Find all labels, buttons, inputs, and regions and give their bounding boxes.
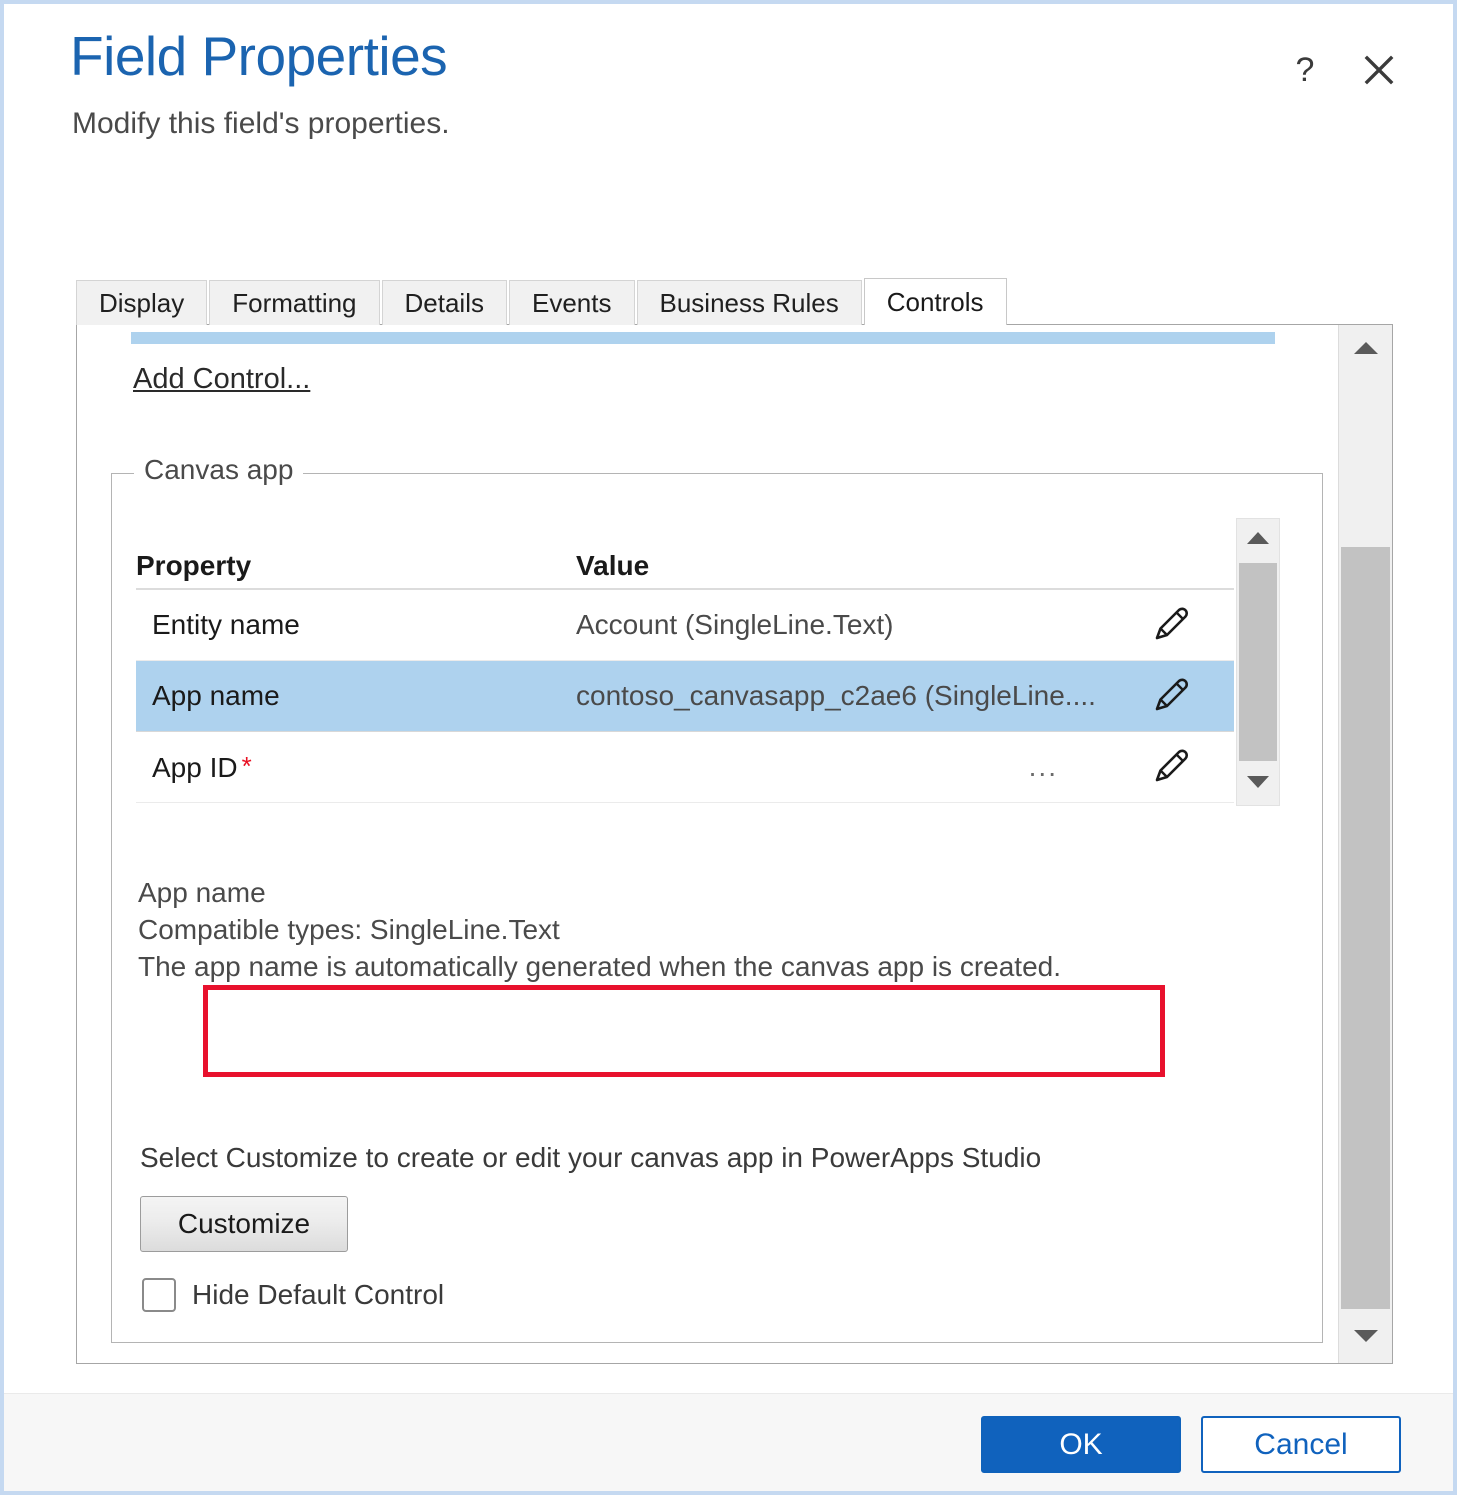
pencil-icon[interactable] — [1148, 674, 1192, 718]
question-mark-icon: ? — [1296, 53, 1315, 87]
scroll-up-button[interactable] — [1237, 519, 1279, 561]
help-button[interactable]: ? — [1283, 48, 1327, 92]
tab-formatting[interactable]: Formatting — [209, 280, 379, 325]
description-line-3: The app name is automatically generated … — [138, 948, 1061, 985]
required-asterisk: * — [242, 751, 252, 781]
hide-default-control-checkbox[interactable] — [142, 1278, 176, 1312]
dialog-footer: OK Cancel — [4, 1393, 1453, 1491]
scroll-down-button[interactable] — [1237, 763, 1279, 805]
page-title: Field Properties — [70, 28, 447, 86]
table-header-row: Property Value — [136, 528, 1234, 590]
scrollbar-thumb[interactable] — [1341, 547, 1390, 1309]
row-edit-cell[interactable] — [1106, 603, 1234, 647]
controls-tab-panel: Add Control... Canvas app Property Value… — [76, 324, 1393, 1364]
tab-events[interactable]: Events — [509, 280, 635, 325]
chevron-up-icon — [1246, 531, 1270, 550]
scroll-up-button[interactable] — [1339, 325, 1392, 375]
row-property-value: contoso_canvasapp_c2ae6 (SingleLine.... — [576, 680, 1106, 712]
customize-hint: Select Customize to create or edit your … — [140, 1142, 1041, 1174]
canvas-app-fieldset: Canvas app Property Value Entity name Ac… — [111, 473, 1323, 1343]
hide-default-control-checkbox-row[interactable]: Hide Default Control — [142, 1278, 444, 1312]
property-value-table: Property Value Entity name Account (Sing… — [136, 528, 1234, 803]
chevron-up-icon — [1353, 340, 1379, 361]
tab-business-rules[interactable]: Business Rules — [637, 280, 862, 325]
row-property-value: ... — [576, 751, 1106, 783]
field-properties-dialog: Field Properties Modify this field's pro… — [0, 0, 1457, 1495]
chevron-down-icon — [1353, 1328, 1379, 1349]
table-row[interactable]: Entity name Account (SingleLine.Text) — [136, 590, 1234, 661]
row-property-value: Account (SingleLine.Text) — [576, 609, 1106, 641]
tab-controls[interactable]: Controls — [864, 278, 1007, 325]
header-icon-group: ? — [1283, 48, 1401, 92]
table-row[interactable]: App ID* ... — [136, 732, 1234, 803]
tab-strip: Display Formatting Details Events Busine… — [76, 280, 1009, 325]
row-property-name: Entity name — [136, 609, 576, 641]
ok-button[interactable]: OK — [981, 1416, 1181, 1473]
tab-details[interactable]: Details — [382, 280, 507, 325]
property-description: App name Compatible types: SingleLine.Te… — [138, 874, 1061, 986]
add-control-link[interactable]: Add Control... — [133, 363, 310, 396]
description-line-2: Compatible types: SingleLine.Text — [138, 911, 1061, 948]
tab-display[interactable]: Display — [76, 280, 207, 325]
row-property-name: App ID* — [136, 751, 576, 784]
panel-vertical-scrollbar[interactable] — [1338, 325, 1392, 1363]
page-subtitle: Modify this field's properties. — [72, 107, 450, 141]
loading-progress-bar — [131, 332, 1275, 344]
table-vertical-scrollbar[interactable] — [1236, 518, 1280, 806]
chevron-down-icon — [1246, 775, 1270, 794]
pencil-icon[interactable] — [1148, 745, 1192, 789]
row-edit-cell[interactable] — [1106, 674, 1234, 718]
close-icon — [1364, 55, 1394, 85]
scroll-down-button[interactable] — [1339, 1313, 1392, 1363]
table-row[interactable]: App name contoso_canvasapp_c2ae6 (Single… — [136, 661, 1234, 732]
dialog-header: Field Properties Modify this field's pro… — [4, 4, 1453, 254]
hide-default-control-label: Hide Default Control — [192, 1279, 444, 1311]
row-property-name: App name — [136, 680, 576, 712]
controls-panel-content: Add Control... Canvas app Property Value… — [77, 325, 1338, 1363]
customize-button[interactable]: Customize — [140, 1196, 348, 1252]
close-button[interactable] — [1357, 48, 1401, 92]
footer-button-group: OK Cancel — [981, 1416, 1401, 1473]
pencil-icon[interactable] — [1148, 603, 1192, 647]
cancel-button[interactable]: Cancel — [1201, 1416, 1401, 1473]
canvas-app-legend: Canvas app — [134, 454, 303, 486]
scrollbar-thumb[interactable] — [1239, 563, 1277, 761]
column-header-value: Value — [576, 550, 1106, 588]
column-header-property: Property — [136, 550, 576, 588]
description-line-1: App name — [138, 874, 1061, 911]
row-edit-cell[interactable] — [1106, 745, 1234, 789]
